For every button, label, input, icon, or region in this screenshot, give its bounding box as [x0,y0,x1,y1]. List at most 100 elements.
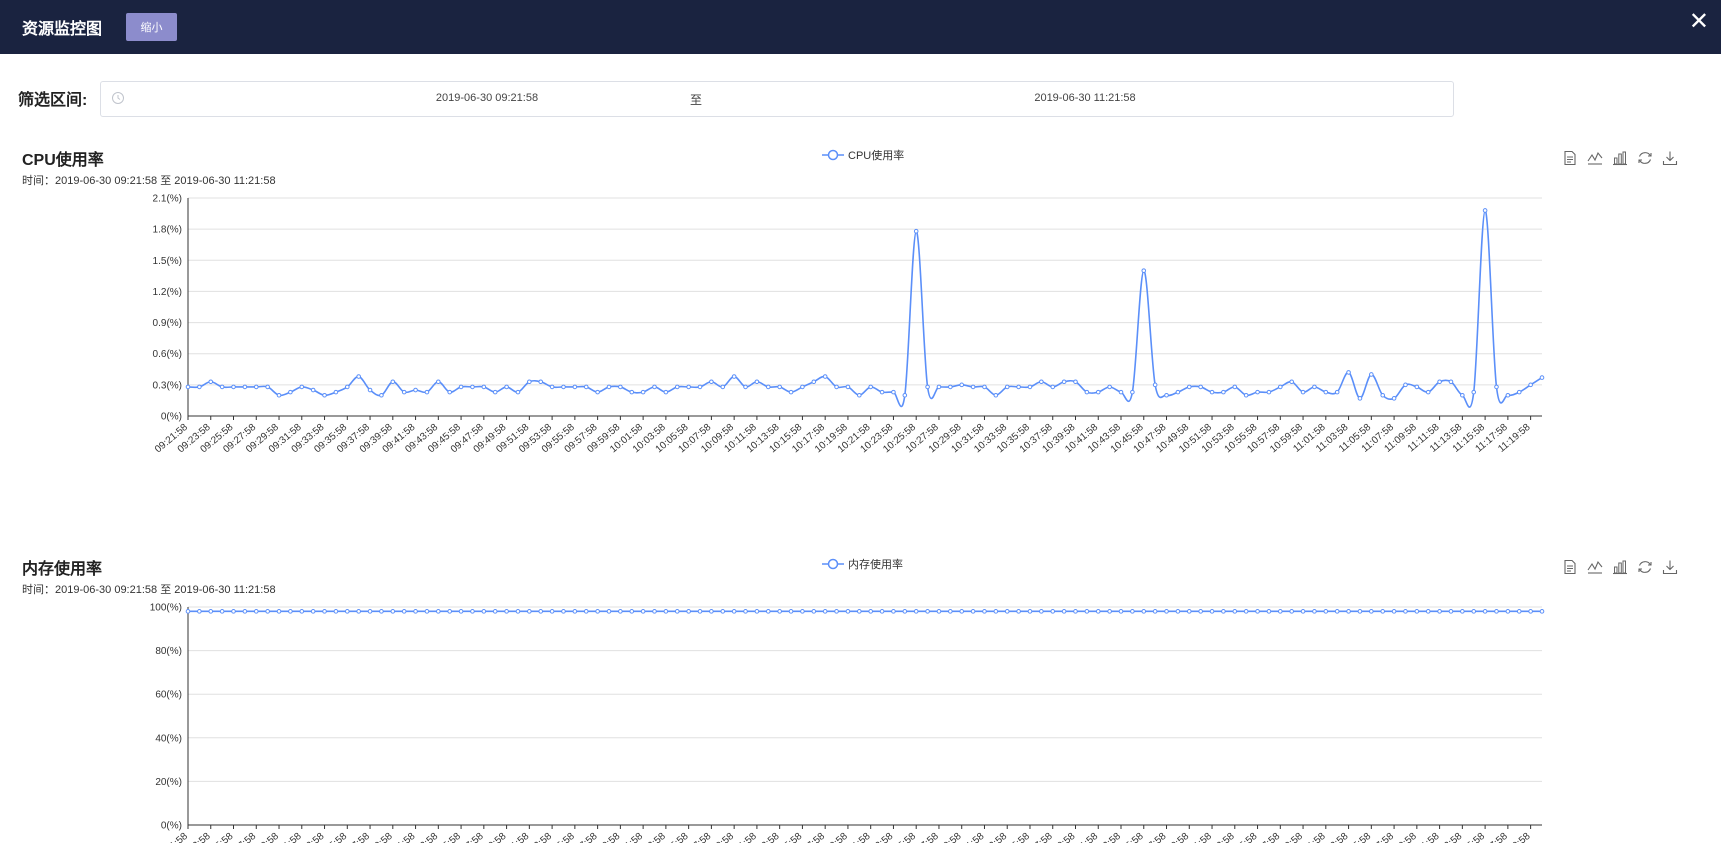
data-point [1039,379,1044,385]
data-point [913,228,919,234]
data-point [1004,609,1010,614]
line-chart-icon[interactable] [1587,559,1603,575]
data-point [356,374,361,379]
download-icon[interactable] [1662,559,1678,575]
y-tick-label: 1.8(%) [153,225,182,236]
data-point [1346,370,1351,375]
data-point [1198,384,1203,390]
series-line [187,209,1543,408]
y-tick-label: 1.2(%) [153,287,182,298]
bar-chart-icon[interactable] [1612,150,1628,166]
data-point [834,384,839,390]
data-view-icon[interactable] [1562,559,1578,575]
data-point [1016,609,1021,614]
mem-legend[interactable]: 内存使用率 [822,556,903,572]
data-point [379,609,384,614]
data-point [470,609,475,614]
data-point [515,389,521,395]
cpu-chart-title: CPU使用率 [22,152,104,169]
data-point [1380,392,1386,398]
y-tick-label: 0(%) [161,821,182,832]
range-start-input[interactable]: 2019-06-30 09:21:58 [337,92,637,104]
data-point [652,384,657,390]
range-separator: 至 [689,93,702,107]
data-point [1209,389,1215,395]
data-point [527,379,532,385]
data-point [583,609,589,614]
data-point [1107,384,1112,390]
data-point [822,609,828,614]
data-point [1312,384,1317,390]
data-point [1334,389,1340,395]
data-point [1516,389,1522,395]
data-point [1312,609,1317,614]
cpu-legend[interactable]: CPU使用率 [822,147,904,163]
data-point [686,384,691,390]
y-tick-label: 40(%) [155,733,182,744]
data-point [1494,384,1499,390]
data-point [731,609,737,614]
data-point [1403,382,1408,388]
range-end-input[interactable]: 2019-06-30 11:21:58 [935,92,1235,104]
data-point [447,389,452,395]
data-point [515,609,521,614]
close-icon[interactable]: ✕ [1689,10,1709,34]
data-point [1027,384,1033,390]
data-point [470,384,475,390]
data-point [1095,609,1101,614]
data-point [982,609,987,614]
data-point [367,387,373,393]
data-point [720,609,726,614]
data-point [390,609,396,614]
data-point [1186,609,1192,614]
data-point [1369,609,1374,614]
data-point [1346,609,1351,614]
data-point [1300,609,1306,614]
data-point [344,384,350,390]
data-point [743,609,748,614]
data-point [822,374,828,379]
data-point [492,609,498,614]
download-icon[interactable] [1662,150,1678,166]
data-point [1073,379,1078,385]
y-tick-label: 0(%) [161,412,182,423]
restore-icon[interactable] [1637,559,1653,575]
data-point [1232,609,1238,614]
data-point [492,389,498,395]
data-point [1130,609,1135,614]
filter-label: 筛选区间: [18,92,88,109]
data-point [219,609,225,614]
shrink-button[interactable]: 缩小 [126,13,178,41]
data-point [1425,389,1431,395]
data-point [1380,609,1386,614]
date-range-picker[interactable]: 2019-06-30 09:21:58 至 2019-06-30 11:21:5… [100,81,1454,117]
bar-chart-icon[interactable] [1612,559,1628,575]
data-point [1528,382,1533,388]
data-point [595,609,600,614]
data-point [811,379,817,385]
data-point [299,384,305,390]
data-point [765,609,771,614]
data-point [948,384,953,390]
legend-line-marker-icon [822,558,844,570]
line-chart-icon[interactable] [1587,150,1603,166]
data-point [458,609,464,614]
data-point [959,609,965,614]
restore-icon[interactable] [1637,150,1653,166]
data-point [1084,389,1090,395]
data-point [618,384,623,390]
data-point [788,609,794,614]
data-point [1061,609,1067,614]
y-tick-label: 100(%) [150,603,182,614]
data-point [993,609,999,614]
data-point [367,609,373,614]
data-point [1232,384,1238,390]
data-point [288,609,293,614]
data-point [401,389,407,395]
data-point [982,384,987,390]
data-point [1141,268,1147,273]
data-point [640,609,646,614]
data-view-icon[interactable] [1562,150,1578,166]
data-point [333,609,339,614]
data-point [800,384,805,390]
